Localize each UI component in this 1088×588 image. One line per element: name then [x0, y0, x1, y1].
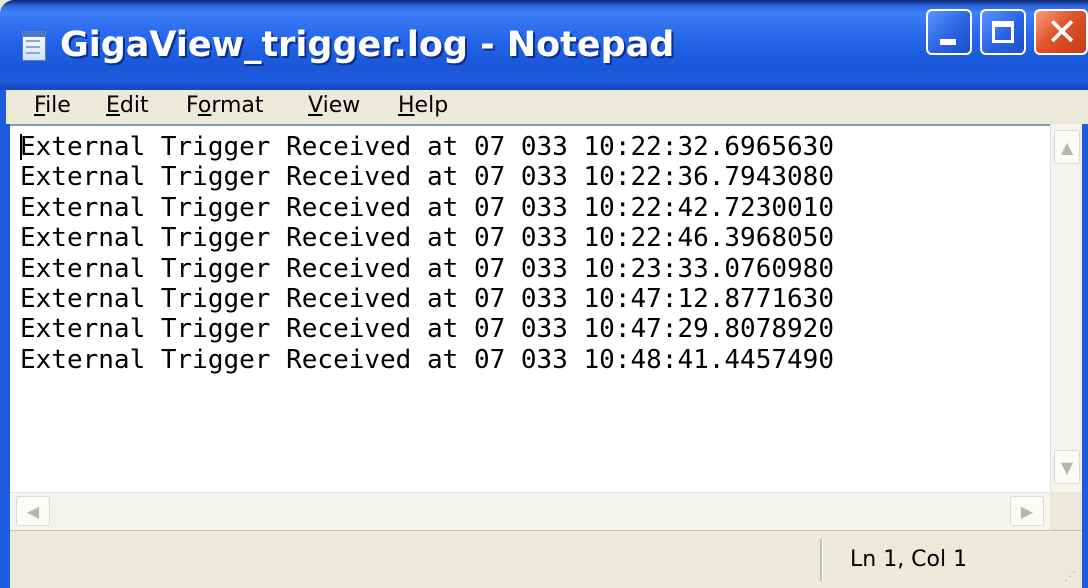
scroll-left-button[interactable]: ◀: [16, 496, 50, 526]
log-lines: External Trigger Received at 07 033 10:2…: [20, 132, 834, 375]
maximize-button[interactable]: [980, 9, 1026, 55]
window-title: GigaView_trigger.log - Notepad: [60, 25, 675, 65]
status-bar: Ln 1, Col 1 ⋰: [10, 530, 1082, 588]
menu-view[interactable]: View: [308, 90, 360, 124]
close-icon: ✕: [1046, 10, 1078, 54]
window-frame-left: [0, 124, 10, 588]
log-line: External Trigger Received at 07 033 10:2…: [20, 223, 834, 254]
scroll-up-button[interactable]: ▲: [1054, 130, 1080, 164]
minimize-button[interactable]: [926, 9, 972, 55]
status-divider: [820, 539, 823, 581]
vertical-scrollbar[interactable]: ▲ ▼: [1050, 124, 1082, 492]
minimize-icon: [940, 39, 956, 45]
log-line: External Trigger Received at 07 033 10:4…: [20, 283, 834, 314]
maximize-icon: [992, 21, 1014, 43]
menu-file[interactable]: File: [34, 90, 71, 124]
notepad-icon[interactable]: [22, 31, 46, 61]
window-frame-right: [1082, 124, 1088, 588]
horizontal-scrollbar[interactable]: ◀ ▶: [10, 492, 1050, 530]
menu-edit[interactable]: Edit: [106, 90, 149, 124]
log-line: External Trigger Received at 07 033 10:2…: [20, 253, 834, 284]
menu-format[interactable]: Format: [186, 90, 264, 124]
log-line: External Trigger Received at 07 033 10:2…: [20, 192, 834, 223]
resize-grip-icon[interactable]: ⋰: [1064, 568, 1080, 584]
log-line: External Trigger Received at 07 033 10:4…: [20, 314, 834, 345]
scroll-down-button[interactable]: ▼: [1054, 450, 1080, 484]
menu-bar: File Edit Format View Help: [0, 90, 1088, 124]
log-line: External Trigger Received at 07 033 10:4…: [20, 344, 834, 375]
log-line: External Trigger Received at 07 033 10:2…: [20, 162, 834, 193]
close-button[interactable]: ✕: [1034, 9, 1088, 55]
notepad-window: GigaView_trigger.log - Notepad ✕ File Ed…: [0, 0, 1088, 588]
text-editor[interactable]: External Trigger Received at 07 033 10:2…: [10, 124, 1050, 492]
log-line: External Trigger Received at 07 033 10:2…: [20, 132, 834, 162]
scroll-right-button[interactable]: ▶: [1010, 496, 1044, 526]
menu-help[interactable]: Help: [398, 90, 448, 124]
title-bar[interactable]: GigaView_trigger.log - Notepad ✕: [0, 0, 1088, 90]
scrollbar-corner: [1050, 492, 1082, 530]
cursor-position: Ln 1, Col 1: [850, 547, 968, 572]
